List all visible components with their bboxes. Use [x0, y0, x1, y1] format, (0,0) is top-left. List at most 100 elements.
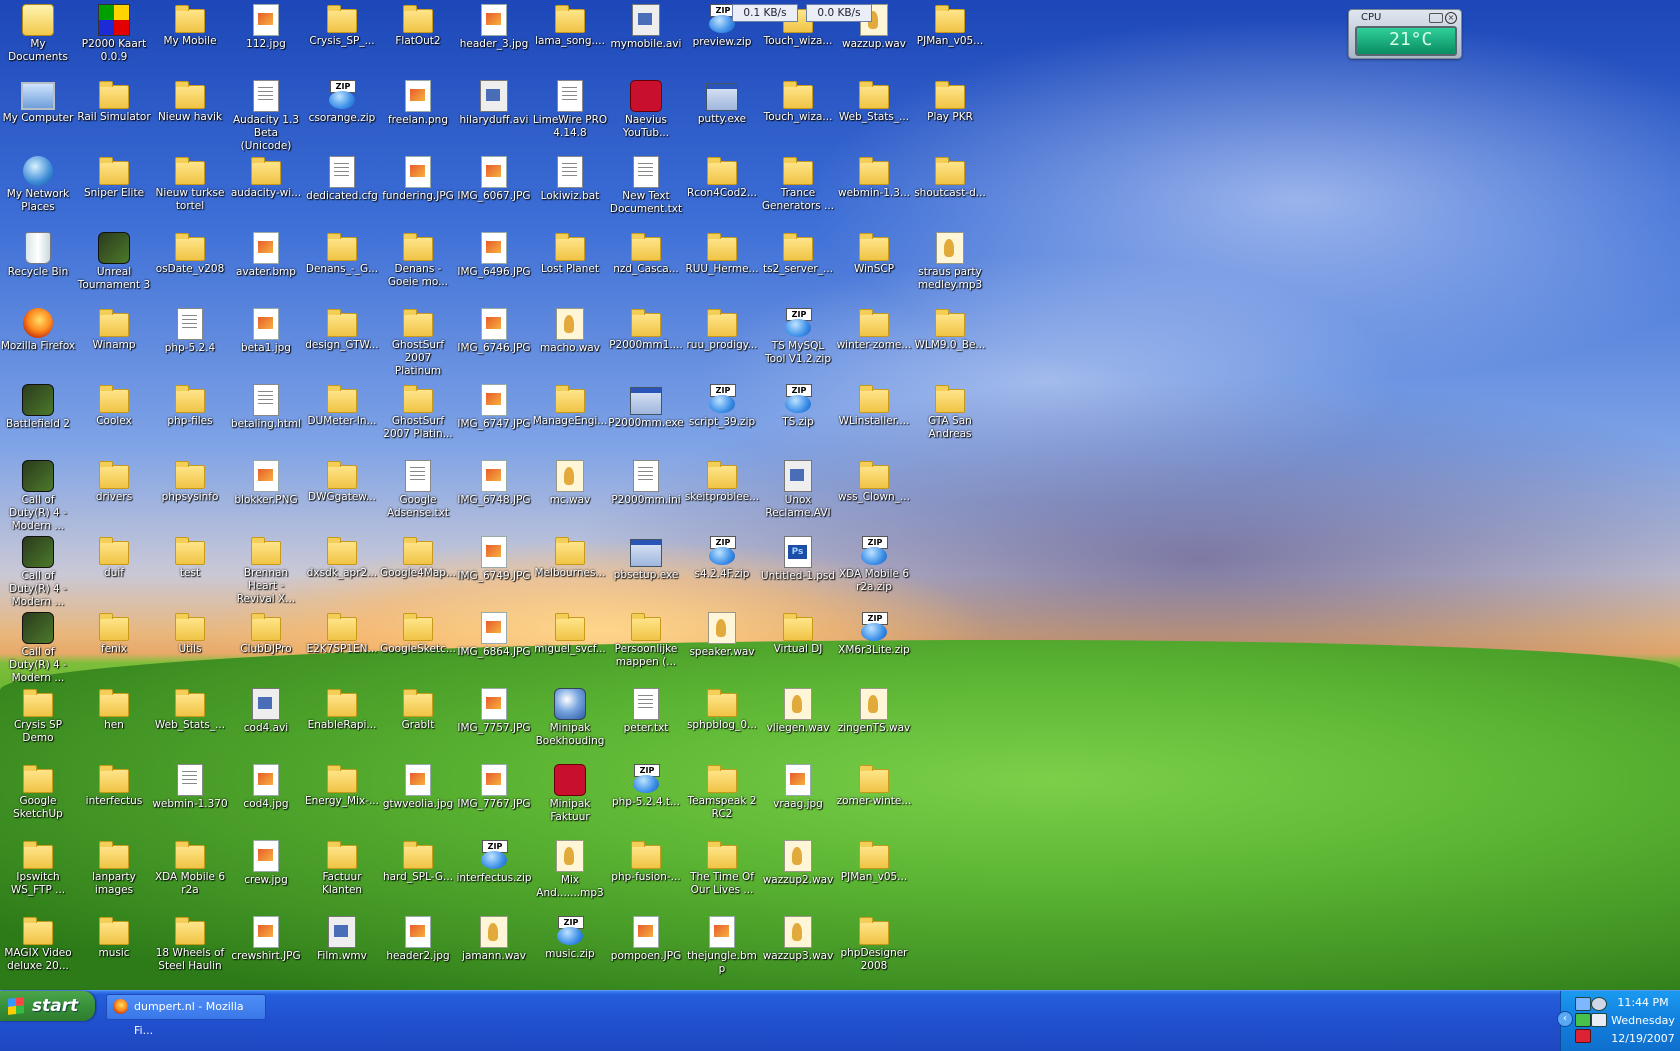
desktop-icon[interactable]: Denans - Goeie mo...: [380, 228, 456, 300]
desktop-icon[interactable]: LimeWire PRO 4.14.8: [532, 76, 608, 148]
desktop-icon[interactable]: Nieuw turkse tortel: [152, 152, 228, 224]
network-tray-icon[interactable]: [1575, 997, 1591, 1011]
desktop-icon[interactable]: Film.wmv: [304, 912, 380, 984]
desktop-icon[interactable]: PJMan_v05...: [836, 836, 912, 908]
desktop-icon[interactable]: thejungle.bmp: [684, 912, 760, 984]
desktop-icon[interactable]: WLM9.0_Be...: [912, 304, 988, 376]
desktop-icon[interactable]: ZIP music.zip: [532, 912, 608, 984]
desktop-icon[interactable]: IMG_6864.JPG: [456, 608, 532, 680]
desktop-icon[interactable]: Rail Simulator: [76, 76, 152, 148]
desktop-icon[interactable]: webmin-1.3...: [836, 152, 912, 224]
desktop-icon[interactable]: Winamp: [76, 304, 152, 376]
desktop-icon[interactable]: wazzup2.wav: [760, 836, 836, 908]
desktop-icon[interactable]: Naevius YouTub...: [608, 76, 684, 148]
desktop-icon[interactable]: shoutcast-d...: [912, 152, 988, 224]
desktop-icon[interactable]: putty.exe: [684, 76, 760, 148]
desktop-icon[interactable]: Google4Map...: [380, 532, 456, 604]
desktop-icon[interactable]: Unreal Tournament 3: [76, 228, 152, 300]
desktop-icon[interactable]: GhostSurf 2007 Platin...: [380, 380, 456, 452]
desktop-icon[interactable]: php-files: [152, 380, 228, 452]
desktop-icon[interactable]: macho.wav: [532, 304, 608, 376]
desktop-icon[interactable]: Factuur Klanten: [304, 836, 380, 908]
desktop-icon[interactable]: winter-zome...: [836, 304, 912, 376]
desktop-icon[interactable]: ManageEngi...: [532, 380, 608, 452]
desktop-icon[interactable]: Rcon4Cod2...: [684, 152, 760, 224]
desktop-icon[interactable]: Crysis_SP_...: [304, 0, 380, 72]
desktop-icon[interactable]: IMG_6747.JPG: [456, 380, 532, 452]
desktop-icon[interactable]: Persoonlijke mappen (...: [608, 608, 684, 680]
desktop-icon[interactable]: avater.bmp: [228, 228, 304, 300]
desktop-icon[interactable]: My Documents: [0, 0, 76, 72]
start-button[interactable]: start: [0, 991, 95, 1021]
desktop-icon[interactable]: Mozilla Firefox: [0, 304, 76, 376]
desktop-icon[interactable]: IMG_6067.JPG: [456, 152, 532, 224]
desktop-icon[interactable]: cod4.avi: [228, 684, 304, 756]
desktop-icon[interactable]: gtwveolia.jpg: [380, 760, 456, 832]
desktop-icon[interactable]: straus party medley.mp3: [912, 228, 988, 300]
desktop-icon[interactable]: DUMeter-In...: [304, 380, 380, 452]
desktop-icon[interactable]: ZIP XM6r3Lite.zip: [836, 608, 912, 680]
desktop-icon[interactable]: IMG_7767.JPG: [456, 760, 532, 832]
desktop-icon[interactable]: Virtual DJ: [760, 608, 836, 680]
desktop-icon[interactable]: wazzup3.wav: [760, 912, 836, 984]
desktop-icon[interactable]: ZIP TS MySQL Tool V1.2.zip: [760, 304, 836, 376]
desktop-icon[interactable]: nzd_Casca...: [608, 228, 684, 300]
messenger-tray-icon[interactable]: [1575, 1013, 1591, 1027]
desktop-icon[interactable]: FlatOut2: [380, 0, 456, 72]
desktop-icon[interactable]: skeitproblee...: [684, 456, 760, 528]
desktop-icon[interactable]: IMG_6748.JPG: [456, 456, 532, 528]
desktop-icon[interactable]: cod4.jpg: [228, 760, 304, 832]
desktop-icon[interactable]: Lokiwiz.bat: [532, 152, 608, 224]
desktop-icon[interactable]: E2K7SP1EN...: [304, 608, 380, 680]
desktop-icon[interactable]: crewshirt.JPG: [228, 912, 304, 984]
desktop-icon[interactable]: design_GTW...: [304, 304, 380, 376]
desktop-icon[interactable]: My Computer: [0, 76, 76, 148]
desktop-icon[interactable]: ZIP s4.2.4F.zip: [684, 532, 760, 604]
desktop-icon[interactable]: hard_SPL-G...: [380, 836, 456, 908]
desktop-icon[interactable]: Minipak Boekhouding: [532, 684, 608, 756]
security-tray-icon[interactable]: [1591, 997, 1607, 1011]
desktop-icon[interactable]: sphpblog_0...: [684, 684, 760, 756]
desktop-icon[interactable]: The Time Of Our Lives ...: [684, 836, 760, 908]
desktop-icon[interactable]: ClubDJPro: [228, 608, 304, 680]
desktop-icon[interactable]: Energy_Mix-...: [304, 760, 380, 832]
desktop-icon[interactable]: Google SketchUp: [0, 760, 76, 832]
desktop-icon[interactable]: GhostSurf 2007 Platinum: [380, 304, 456, 377]
desktop-icon[interactable]: webmin-1.370: [152, 760, 228, 832]
desktop-icon[interactable]: Touch_wiza...: [760, 76, 836, 148]
desktop-icon[interactable]: RUU_Herme...: [684, 228, 760, 300]
desktop-icon[interactable]: mc.wav: [532, 456, 608, 528]
desktop-icon[interactable]: ZIP csorange.zip: [304, 76, 380, 148]
desktop-icon[interactable]: fenix: [76, 608, 152, 680]
desktop-icon[interactable]: zomer-winte...: [836, 760, 912, 832]
clock-time[interactable]: 11:44 PM: [1607, 996, 1679, 1009]
desktop-icon[interactable]: P2000mm.ini: [608, 456, 684, 528]
desktop-icon[interactable]: My Network Places: [0, 152, 76, 224]
desktop-icon[interactable]: MAGIX Video deluxe 20...: [0, 912, 76, 984]
desktop-icon[interactable]: IMG_7757.JPG: [456, 684, 532, 756]
desktop-icon[interactable]: Recycle Bin: [0, 228, 76, 300]
desktop-icon[interactable]: mymobile.avi: [608, 0, 684, 72]
desktop-icon[interactable]: ZIP XDA Mobile 6 r2a.zip: [836, 532, 912, 604]
desktop-icon[interactable]: drivers: [76, 456, 152, 528]
desktop-icon[interactable]: hen: [76, 684, 152, 756]
desktop-icon[interactable]: lanparty images: [76, 836, 152, 908]
desktop-icon[interactable]: Utils: [152, 608, 228, 680]
desktop-icon[interactable]: dedicated.cfg: [304, 152, 380, 224]
desktop-icon[interactable]: interfectus: [76, 760, 152, 832]
desktop-icon[interactable]: ZIP script_39.zip: [684, 380, 760, 452]
desktop-icon[interactable]: peter.txt: [608, 684, 684, 756]
desktop-icon[interactable]: GrabIt: [380, 684, 456, 756]
desktop-icon[interactable]: header2.jpg: [380, 912, 456, 984]
desktop-icon[interactable]: P2000 Kaart 0.0.9: [76, 0, 152, 72]
desktop-icon[interactable]: header_3.jpg: [456, 0, 532, 72]
desktop-icon[interactable]: IMG_6749.JPG: [456, 532, 532, 604]
desktop-icon[interactable]: Audacity 1.3 Beta (Unicode): [228, 76, 304, 152]
desktop-icon[interactable]: PJMan_v05...: [912, 0, 988, 72]
desktop-icon[interactable]: Play PKR: [912, 76, 988, 148]
desktop-icon[interactable]: GoogleSketc...: [380, 608, 456, 680]
desktop-icon[interactable]: Unox Reclame.AVI: [760, 456, 836, 528]
desktop-icon[interactable]: Sniper Elite: [76, 152, 152, 224]
desktop-icon[interactable]: Ipswitch WS_FTP ...: [0, 836, 76, 908]
desktop-icon[interactable]: speaker.wav: [684, 608, 760, 680]
